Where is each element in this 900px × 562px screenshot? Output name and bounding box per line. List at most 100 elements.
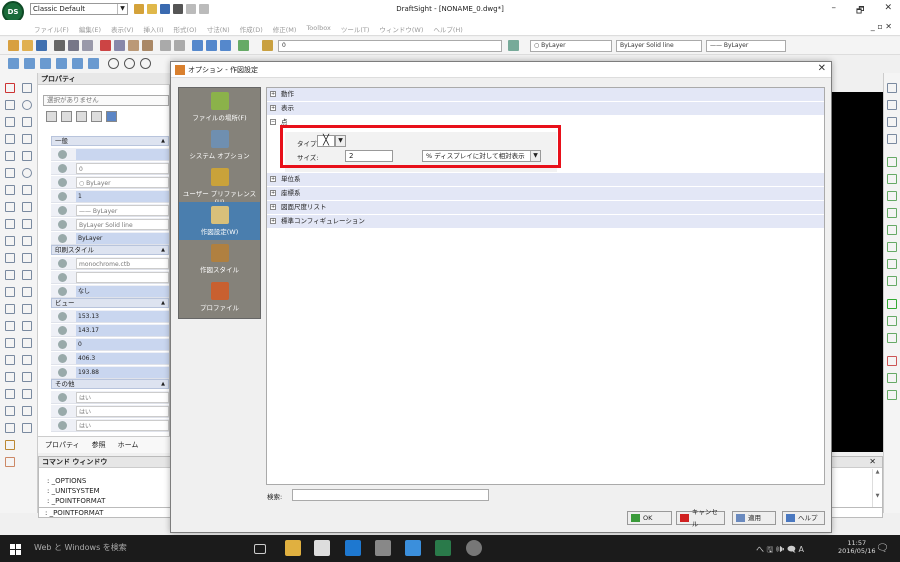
fillet-icon[interactable] — [5, 304, 15, 314]
prop-row-scale[interactable]: 1 — [51, 190, 169, 203]
move-icon[interactable] — [5, 236, 15, 246]
lineweight-select[interactable]: —— ByLayer — [706, 40, 786, 52]
section-print[interactable]: 印刷スタイル ▲ — [51, 245, 169, 255]
tree-node-behavior[interactable]: + 動作 — [267, 88, 824, 101]
new-icon[interactable] — [134, 4, 144, 14]
reference-icon[interactable] — [22, 406, 32, 416]
prop-row-ucs-origin[interactable]: はい — [51, 405, 169, 418]
spline-icon[interactable] — [22, 134, 32, 144]
command-icon[interactable] — [5, 457, 15, 467]
prop-row-linestyle[interactable]: ByLayer Solid line — [51, 218, 169, 231]
layer-icon[interactable] — [5, 423, 15, 433]
task-view-icon[interactable] — [254, 544, 266, 554]
expand-icon[interactable]: + — [270, 218, 276, 224]
point-icon[interactable] — [22, 151, 32, 161]
layer-off-icon[interactable] — [887, 174, 897, 184]
expand-icon[interactable]: + — [270, 176, 276, 182]
trim-icon[interactable] — [5, 287, 15, 297]
prop-row-color2[interactable]: ○ ByLayer — [51, 176, 169, 189]
dialog-close-button[interactable]: ✕ — [818, 63, 826, 74]
options-icon[interactable] — [5, 440, 15, 450]
offset-icon[interactable] — [22, 270, 32, 280]
measure-icon[interactable] — [5, 389, 15, 399]
extend-icon[interactable] — [22, 287, 32, 297]
prop-value[interactable]: はい — [76, 406, 169, 417]
save-icon[interactable] — [160, 4, 170, 14]
prop-row-transparency[interactable]: ByLayer — [51, 232, 169, 245]
layer-iso-icon[interactable] — [887, 225, 897, 235]
measure-icon[interactable] — [887, 134, 897, 144]
explorer-icon[interactable] — [285, 540, 301, 556]
dimension-icon[interactable] — [5, 372, 15, 382]
donut-icon[interactable] — [22, 168, 32, 178]
layer-on-icon[interactable] — [887, 157, 897, 167]
command-close-button[interactable]: ✕ — [869, 457, 876, 466]
region-icon[interactable] — [22, 185, 32, 195]
prop-row-width[interactable]: 406.3 — [51, 352, 169, 365]
apply-button[interactable]: 適用 — [732, 511, 776, 525]
layer-lock-icon[interactable] — [887, 191, 897, 201]
tab-reference[interactable]: 参照 — [92, 437, 106, 453]
check-icon[interactable] — [887, 299, 897, 309]
edge-icon[interactable] — [345, 540, 361, 556]
mdi-controls[interactable]: _ ▫ ✕ — [871, 22, 892, 31]
windows-start-button[interactable] — [10, 544, 21, 555]
text-icon[interactable] — [5, 219, 15, 229]
ok-button[interactable]: OK — [627, 511, 672, 525]
line-icon[interactable] — [5, 83, 15, 93]
store-icon[interactable] — [314, 540, 330, 556]
menu-tools[interactable]: ツール(T) — [341, 24, 370, 34]
section-view[interactable]: ビュー ▲ — [51, 298, 169, 308]
prop-value[interactable]: ByLayer Solid line — [76, 219, 169, 230]
drawing-canvas[interactable] — [826, 92, 883, 452]
break-icon[interactable] — [22, 338, 32, 348]
leader-icon[interactable] — [22, 372, 32, 382]
stretch-icon[interactable] — [5, 338, 15, 348]
ortho-icon[interactable] — [40, 58, 51, 69]
command-scrollbar[interactable]: ▲ ▼ — [872, 469, 882, 507]
layer-delete-icon[interactable] — [887, 259, 897, 269]
collapse-icon[interactable]: − — [270, 119, 276, 125]
ie-icon[interactable] — [405, 540, 421, 556]
search-input[interactable] — [292, 489, 489, 501]
menu-edit[interactable]: 編集(E) — [79, 24, 101, 34]
prop-value[interactable]: —— ByLayer — [76, 205, 169, 216]
print-icon[interactable] — [173, 4, 183, 14]
quadrant-icon[interactable] — [124, 58, 135, 69]
mtext-icon[interactable] — [22, 219, 32, 229]
plot-icon[interactable] — [68, 40, 79, 51]
app-icon[interactable] — [466, 540, 482, 556]
linestyle-select[interactable]: ByLayer Solid line — [616, 40, 702, 52]
media-icon[interactable] — [375, 540, 391, 556]
prop-value[interactable] — [76, 272, 169, 283]
pdf-icon[interactable] — [22, 423, 32, 433]
polygon-icon[interactable] — [22, 117, 32, 127]
pencil-icon[interactable] — [887, 83, 897, 93]
prop-value[interactable]: はい — [76, 420, 169, 431]
paste-icon[interactable] — [128, 40, 139, 51]
grid-icon[interactable] — [24, 58, 35, 69]
pan-icon[interactable] — [192, 40, 203, 51]
expand-icon[interactable]: + — [270, 204, 276, 210]
cut-icon[interactable] — [100, 40, 111, 51]
scale-icon[interactable] — [22, 253, 32, 263]
cancel-button[interactable]: キャンセル — [676, 508, 725, 528]
esnap-icon[interactable] — [72, 58, 83, 69]
help-icon[interactable] — [106, 111, 117, 122]
layer-manager-icon[interactable] — [262, 40, 273, 51]
prop-row-layer[interactable]: 0 — [51, 162, 169, 175]
block-icon[interactable] — [5, 202, 15, 212]
chamfer-icon[interactable] — [22, 304, 32, 314]
nav-profiles[interactable]: プロファイル — [179, 278, 260, 316]
toggle-pickadd-icon[interactable] — [46, 111, 57, 122]
tab-home[interactable]: ホーム — [118, 437, 139, 453]
filter-icon[interactable] — [91, 111, 102, 122]
polar-icon[interactable] — [56, 58, 67, 69]
prop-row-height[interactable]: 193.88 — [51, 366, 169, 379]
tree-node-scale-list[interactable]: + 図面尺度リスト — [267, 201, 824, 214]
redo-icon[interactable] — [199, 4, 209, 14]
copy-icon[interactable] — [22, 236, 32, 246]
prop-value[interactable]: 193.88 — [76, 367, 169, 378]
image-icon[interactable] — [5, 406, 15, 416]
prop-value[interactable]: monochrome.ctb — [76, 258, 169, 269]
